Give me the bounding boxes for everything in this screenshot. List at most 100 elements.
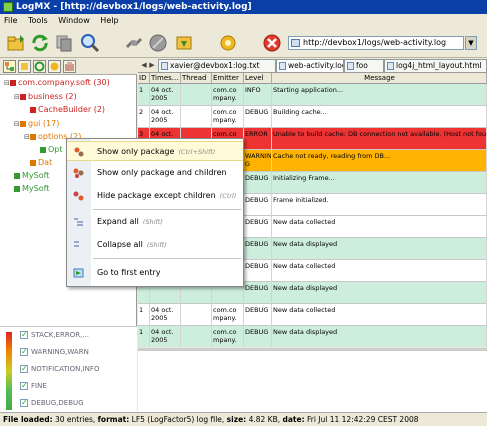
menu-help[interactable]: Help bbox=[96, 14, 122, 28]
cell-level: ERROR bbox=[244, 128, 272, 150]
collapse-all-icon bbox=[74, 241, 79, 247]
cell-emitter: com.co mpany. bbox=[212, 326, 244, 347]
package-icon bbox=[20, 93, 26, 100]
table-row[interactable]: 1 04 oct. 2005 com.co mpany. DEBUG New data … bbox=[138, 304, 487, 326]
level-filter-fine[interactable]: FINE bbox=[20, 380, 47, 392]
menu-separator bbox=[93, 258, 241, 259]
tree-node-gui[interactable]: ⊟ gui (17) bbox=[14, 118, 59, 129]
menu-item-show-package-children[interactable]: Show only package and children bbox=[67, 163, 243, 183]
tree-options-button[interactable] bbox=[63, 60, 76, 73]
context-menu: Show only package (Ctrl+Shift) Show only … bbox=[66, 138, 244, 287]
table-header: ID Times... Thread Emitter Level Message bbox=[138, 73, 487, 84]
copy-icon bbox=[56, 35, 72, 52]
open-file-button[interactable] bbox=[6, 33, 26, 53]
cell-time: 04 oct. 2005 bbox=[150, 106, 181, 128]
tab-foo[interactable]: foo bbox=[344, 59, 384, 72]
tree-node-business[interactable]: ⊟ business (2) bbox=[14, 91, 77, 102]
level-filter-debug[interactable]: DEBUG,DEBUG bbox=[20, 397, 84, 409]
stop-button[interactable] bbox=[262, 33, 282, 53]
tree-settings-button[interactable] bbox=[48, 60, 61, 73]
window-titlebar: LogMX - [http://devbox1/logs/web-activit… bbox=[0, 0, 487, 14]
cell-time: 04 oct. 2005 bbox=[150, 84, 181, 106]
checkbox[interactable] bbox=[20, 380, 28, 392]
cell-level: DEBUG bbox=[244, 106, 272, 128]
table-row[interactable]: 1 04 oct. 2005 com.co mpany. DEBUG New data … bbox=[138, 326, 487, 347]
search-button[interactable] bbox=[80, 33, 100, 53]
refresh-tree-button[interactable] bbox=[33, 60, 46, 73]
level-filter-warning[interactable]: WARNING,WARN bbox=[20, 346, 89, 358]
settings-button[interactable] bbox=[218, 33, 238, 53]
level-filter-info[interactable]: NOTIFICATION,INFO bbox=[20, 363, 99, 375]
tree-node-mysoft-2[interactable]: MySoft bbox=[14, 183, 49, 194]
cell-level: WARNIN G bbox=[244, 150, 272, 172]
menu-window[interactable]: Window bbox=[54, 14, 94, 28]
tree-node-opt[interactable]: Opt bbox=[40, 144, 63, 155]
menu-item-collapse-all[interactable]: Collapse all (Shift) bbox=[67, 235, 243, 255]
class-icon bbox=[30, 106, 36, 113]
tab-scroll-right-icon[interactable]: ▶ bbox=[148, 60, 156, 70]
tree-node-com-company-soft[interactable]: ⊟ com.company.soft (30) bbox=[4, 77, 110, 88]
column-header-thread[interactable]: Thread bbox=[181, 73, 212, 84]
menu-tools[interactable]: Tools bbox=[24, 14, 52, 28]
reload-icon bbox=[32, 34, 48, 52]
table-row[interactable]: 2 04 oct. 2005 com.co mpany. DEBUG Building … bbox=[138, 106, 487, 128]
menu-item-go-to-first-entry[interactable]: Go to first entry bbox=[67, 263, 243, 283]
column-header-timestamp[interactable]: Times... bbox=[150, 73, 181, 84]
column-header-id[interactable]: ID bbox=[138, 73, 150, 84]
expand-tree-button[interactable] bbox=[18, 60, 31, 73]
reload-button[interactable] bbox=[30, 33, 50, 53]
url-input[interactable]: http://devbox1/logs/web-activity.log bbox=[288, 36, 464, 50]
tree-node-dat[interactable]: Dat bbox=[30, 157, 52, 168]
entry-detail-pane[interactable] bbox=[138, 348, 487, 412]
table-row[interactable]: 1 04 oct. 2005 com.co mpany. INFO Starting a… bbox=[138, 84, 487, 106]
menu-item-expand-all[interactable]: Expand all (Shift) bbox=[67, 212, 243, 232]
column-header-message[interactable]: Message bbox=[272, 73, 487, 84]
tree-node-cachebuilder[interactable]: CacheBuilder (2) bbox=[30, 104, 105, 115]
cell-message: Unable to build cache: DB connection not… bbox=[272, 128, 487, 150]
tree-view-button[interactable] bbox=[3, 60, 16, 73]
cell-message: New data collected bbox=[272, 304, 487, 326]
tree-toolbar bbox=[0, 58, 137, 75]
url-page-icon bbox=[291, 39, 300, 47]
connect-button[interactable] bbox=[124, 33, 144, 53]
cell-time: 04 oct. 2005 bbox=[150, 304, 181, 326]
copy-button[interactable] bbox=[54, 33, 74, 53]
level-filter-error[interactable]: STACK,ERROR,... bbox=[20, 329, 89, 341]
tab-xavier-log[interactable]: xavier@devbox1:log.txt bbox=[158, 59, 276, 72]
tab-scroll-left-icon[interactable]: ◀ bbox=[140, 60, 148, 70]
class-icon bbox=[30, 159, 36, 166]
checkbox[interactable] bbox=[20, 397, 28, 409]
disconnect-button[interactable] bbox=[148, 33, 168, 53]
package-filter-icon bbox=[74, 147, 84, 157]
class-icon bbox=[14, 172, 20, 179]
checkbox[interactable] bbox=[20, 346, 28, 358]
file-icon bbox=[279, 62, 286, 70]
menu-file[interactable]: File bbox=[0, 14, 21, 28]
cell-message: Starting application... bbox=[272, 84, 487, 106]
package-icon bbox=[65, 62, 74, 71]
cell-message: Cache not ready, reading from DB... bbox=[272, 150, 487, 172]
column-header-emitter[interactable]: Emitter bbox=[212, 73, 244, 84]
cell-message: New data displayed bbox=[272, 326, 487, 347]
tab-web-activity-log[interactable]: web-activity.log bbox=[276, 59, 344, 72]
menu-item-hide-package-except-children[interactable]: Hide package except children (Ctrl) bbox=[67, 186, 243, 206]
column-header-level[interactable]: Level bbox=[244, 73, 272, 84]
checkbox[interactable] bbox=[20, 363, 28, 375]
package-children-icon bbox=[73, 168, 84, 178]
cell-message: New data collected bbox=[272, 260, 487, 282]
tree-node-mysoft-1[interactable]: MySoft bbox=[14, 170, 49, 181]
cell-id: 1 bbox=[138, 304, 150, 326]
merge-button[interactable] bbox=[174, 33, 194, 53]
menu-item-show-only-package[interactable]: Show only package (Ctrl+Shift) bbox=[67, 141, 243, 161]
tab-log4j-html-layout[interactable]: log4j_html_layout.html bbox=[384, 59, 487, 72]
status-format: LF5 (LogFactor5) log file, bbox=[131, 415, 225, 424]
url-dropdown-button[interactable]: ▼ bbox=[465, 36, 477, 50]
go-first-entry-icon bbox=[73, 268, 84, 278]
checkbox[interactable] bbox=[20, 329, 28, 341]
cell-emitter: com.co mpany. bbox=[212, 304, 244, 326]
cell-thread bbox=[181, 106, 212, 128]
file-icon bbox=[161, 62, 168, 70]
plug-icon bbox=[125, 37, 143, 49]
cell-level: DEBUG bbox=[244, 260, 272, 282]
status-size-label: size: bbox=[226, 415, 247, 424]
